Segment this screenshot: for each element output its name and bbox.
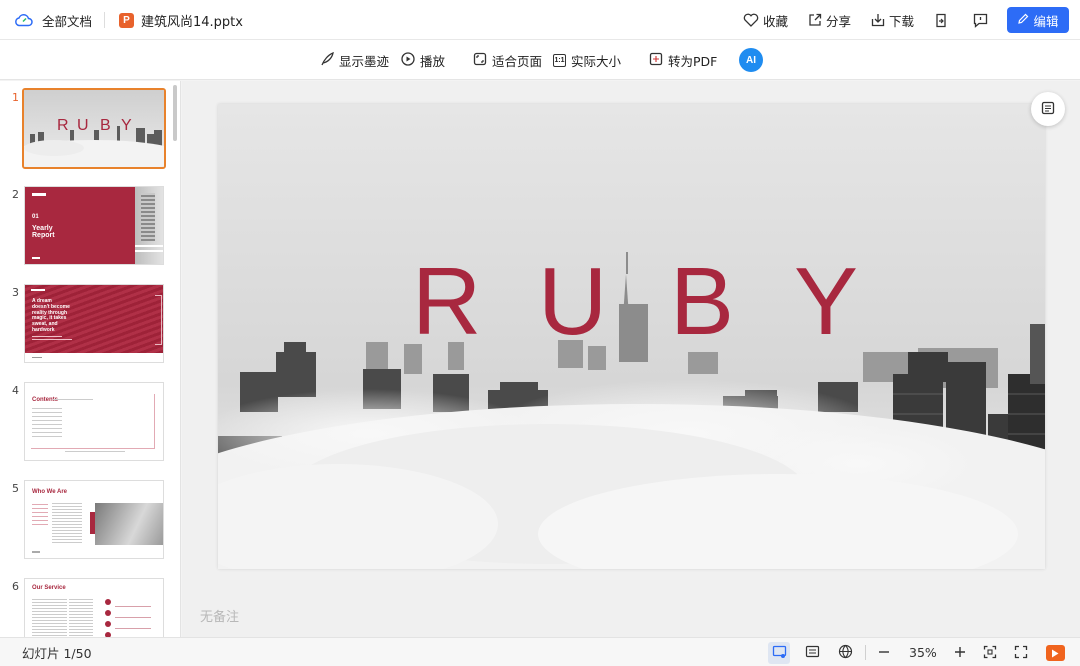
thumb5-title: Who We Are — [32, 489, 68, 495]
download-label: 下载 — [889, 13, 915, 29]
thumbnail-slide-3[interactable]: A dream doesn't become reality through m… — [24, 284, 164, 363]
web-view-button[interactable] — [834, 642, 856, 664]
notes-icon — [805, 645, 820, 661]
notes-placeholder[interactable]: 无备注 — [200, 606, 239, 625]
play-button[interactable]: 播放 — [401, 40, 445, 80]
pencil-icon — [1017, 13, 1029, 28]
share-icon — [808, 13, 822, 27]
sidebar-scrollbar[interactable] — [173, 85, 177, 141]
thumbnail-slide-2[interactable]: 01 Yearly Report — [24, 186, 164, 265]
play-label: 播放 — [420, 53, 446, 69]
play-icon — [1045, 645, 1065, 661]
export-icon — [934, 13, 948, 28]
ai-assistant-button[interactable]: AI — [739, 48, 763, 72]
fullscreen-button[interactable] — [1010, 642, 1032, 664]
cloud-icon — [14, 13, 33, 27]
svg-text:U: U — [77, 117, 89, 134]
convert-pdf-label: 转为PDF — [668, 53, 718, 69]
comment-icon — [973, 13, 988, 28]
zoom-out-button[interactable] — [873, 642, 895, 664]
edit-button[interactable]: 编辑 — [1007, 7, 1069, 33]
fit-page-icon — [473, 52, 487, 69]
slide-title-letter: B — [670, 248, 734, 354]
slide-view-icon — [772, 645, 787, 662]
slideshow-play-button[interactable] — [1044, 642, 1066, 664]
fit-screen-icon — [983, 645, 997, 662]
export-button[interactable] — [934, 0, 948, 40]
download-button[interactable]: 下载 — [871, 0, 914, 40]
view-toolbar: 显示墨迹 播放 适合页面 1:1 实际大小 转为PDF — [0, 40, 1080, 80]
all-docs-link[interactable]: 全部文档 — [14, 0, 92, 40]
plus-icon — [953, 645, 967, 662]
thumb2-title: Yearly Report — [32, 225, 55, 239]
pdf-icon — [649, 52, 663, 69]
all-docs-label: 全部文档 — [42, 13, 93, 29]
slide-title-letter: U — [538, 248, 607, 354]
zoom-in-button[interactable] — [949, 642, 971, 664]
slide-menu-button[interactable] — [1031, 92, 1065, 126]
thumb6-title: Our Service — [32, 585, 66, 591]
thumbnail-slide-5[interactable]: Who We Are — [24, 480, 164, 559]
fit-window-button[interactable] — [979, 642, 1001, 664]
show-ink-label: 显示墨迹 — [339, 53, 390, 69]
minus-icon — [877, 645, 891, 662]
top-bar: 全部文档 P 建筑风尚14.pptx 收藏 分享 下载 编辑 — [0, 0, 1080, 40]
slide-thumbnail-panel[interactable]: 1 RUBY 2 01 Yearly Report 3 A dream does… — [0, 81, 181, 637]
thumb2-number: 01 — [32, 214, 39, 220]
share-button[interactable]: 分享 — [808, 0, 851, 40]
thumbnail-number: 2 — [12, 188, 19, 201]
slide-title-letter: R — [412, 248, 481, 354]
play-icon — [401, 51, 415, 69]
svg-text:Y: Y — [121, 117, 132, 134]
thumbnail-slide-6[interactable]: Our Service — [24, 578, 164, 637]
convert-pdf-button[interactable]: 转为PDF — [649, 40, 717, 80]
divider — [104, 12, 105, 28]
comment-button[interactable] — [973, 0, 988, 40]
fit-page-label: 适合页面 — [492, 53, 543, 69]
fit-page-button[interactable]: 适合页面 — [473, 40, 542, 80]
thumb3-quote-line: hardwork — [32, 326, 55, 333]
show-ink-button[interactable]: 显示墨迹 — [320, 40, 389, 80]
current-slide: RUBY — [218, 104, 1045, 569]
normal-view-button[interactable] — [768, 642, 790, 664]
thumbnail-number: 5 — [12, 482, 19, 495]
thumbnail-number: 6 — [12, 580, 19, 593]
file-name: 建筑风尚14.pptx — [141, 14, 243, 30]
thumb2-title-line: Report — [32, 232, 55, 239]
globe-icon — [838, 644, 853, 662]
favorite-button[interactable]: 收藏 — [743, 0, 788, 40]
pptx-file-icon: P — [119, 12, 134, 28]
thumbnail-slide-4[interactable]: Contents — [24, 382, 164, 461]
thumbnail-number: 3 — [12, 286, 19, 299]
slide-counter: 幻灯片 1/50 — [22, 646, 92, 661]
thumbnail-slide-1[interactable]: RUBY — [22, 88, 166, 169]
actual-size-button[interactable]: 1:1 实际大小 — [553, 40, 621, 80]
share-label: 分享 — [826, 13, 852, 29]
heart-icon — [743, 13, 759, 27]
download-icon — [871, 13, 885, 27]
divider — [865, 645, 866, 660]
status-bar: 幻灯片 1/50 35% — [0, 637, 1080, 666]
thumbnail-number: 1 — [12, 91, 19, 104]
notes-view-button[interactable] — [801, 642, 823, 664]
document-list-icon — [1040, 100, 1056, 119]
actual-size-icon: 1:1 — [553, 53, 566, 67]
thumb2-title-line: Yearly — [32, 225, 53, 232]
svg-text:R: R — [57, 117, 69, 134]
favorite-label: 收藏 — [763, 13, 789, 29]
thumbnail-number: 4 — [12, 384, 19, 397]
feather-icon — [320, 51, 334, 69]
slide-title-group: RUBY — [412, 248, 858, 354]
edit-label: 编辑 — [1033, 13, 1059, 29]
zoom-level[interactable]: 35% — [909, 638, 937, 666]
file-title: P 建筑风尚14.pptx — [119, 0, 243, 40]
fullscreen-icon — [1014, 645, 1028, 662]
svg-text:B: B — [100, 117, 111, 134]
actual-size-label: 实际大小 — [571, 53, 622, 69]
slide-title-letter: Y — [794, 248, 858, 354]
thumb3-quote: A dream doesn't become reality through m… — [32, 298, 70, 334]
